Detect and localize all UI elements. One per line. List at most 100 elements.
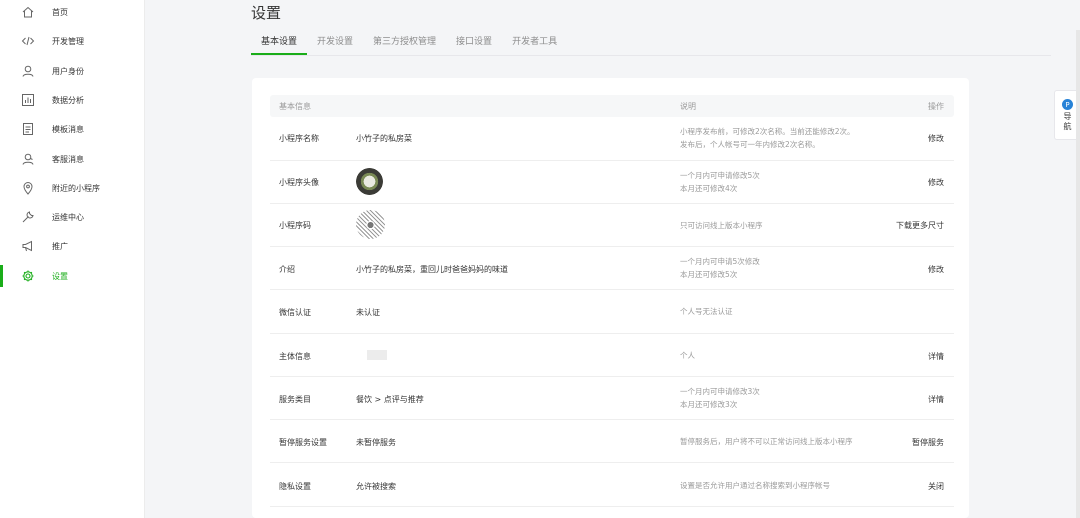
- row-desc-line: 一个月内可申请修改3次: [680, 387, 760, 396]
- table-row: 小程序码 只可访问线上版本小程序 下载更多尺寸: [270, 204, 954, 247]
- code-icon: [21, 34, 35, 48]
- row-name: 介绍: [279, 265, 295, 274]
- row-desc-line: 暂停服务后，用户将不可以正常访问线上版本小程序: [680, 437, 853, 446]
- megaphone-icon: [21, 239, 35, 253]
- tab-basic-settings[interactable]: 基本设置: [251, 34, 308, 55]
- row-name: 微信认证: [279, 308, 311, 317]
- row-value: 未认证: [356, 308, 380, 317]
- location-icon: [21, 181, 35, 195]
- chart-icon: [21, 93, 35, 107]
- row-value: 小竹子的私房菜: [356, 134, 412, 143]
- tabs-divider: [251, 55, 1051, 56]
- row-desc-line: 发布后，个人帐号可一年内修改2次名称。: [680, 140, 820, 149]
- floating-nav-label: 导航: [1063, 112, 1072, 131]
- row-desc-line: 本月还可修改5次: [680, 270, 738, 279]
- table-row: 小程序名称 小竹子的私房菜 小程序发布前，可修改2次名称。当前还能修改2次。 发…: [270, 117, 954, 161]
- table-row: 主体信息 个人 详情: [270, 334, 954, 377]
- tab-interface-settings[interactable]: 接口设置: [446, 34, 502, 55]
- row-desc-line: 一个月内可申请修改5次: [680, 171, 760, 180]
- row-desc-line: 本月还可修改3次: [680, 400, 738, 409]
- row-name: 服务类目: [279, 395, 311, 404]
- sidebar-item-label: 首页: [52, 7, 68, 17]
- subject-details-link[interactable]: 详情: [928, 351, 944, 362]
- sidebar-item-label: 模板消息: [52, 124, 84, 134]
- row-desc: 设置是否允许用户通过名称搜索到小程序帐号: [680, 479, 890, 492]
- row-desc-line: 小程序发布前，可修改2次名称。当前还能修改2次。: [680, 127, 855, 136]
- sidebar-item-label: 客服消息: [52, 154, 84, 164]
- download-sizes-link[interactable]: 下载更多尺寸: [896, 220, 944, 231]
- row-desc: 小程序发布前，可修改2次名称。当前还能修改2次。 发布后，个人帐号可一年内修改2…: [680, 125, 890, 151]
- row-name: 小程序名称: [279, 134, 319, 143]
- scrollbar[interactable]: [1076, 30, 1080, 518]
- sidebar-item-label: 开发管理: [52, 36, 84, 46]
- table-row: 服务类目 餐饮 > 点评与推荐 一个月内可申请修改3次 本月还可修改3次 详情: [270, 377, 954, 420]
- table-row: 微信认证 未认证 个人号无法认证: [270, 290, 954, 334]
- tab-developer-tools[interactable]: 开发者工具: [502, 34, 567, 55]
- row-value: 小竹子的私房菜，重回儿时爸爸妈妈的味道: [356, 265, 508, 274]
- row-value: 未暂停服务: [356, 438, 396, 447]
- row-desc-line: 个人号无法认证: [680, 307, 733, 316]
- sidebar-item-home[interactable]: 首页: [0, 1, 145, 23]
- sidebar-item-label: 运维中心: [52, 212, 84, 222]
- row-desc-line: 一个月内可申请5次修改: [680, 257, 760, 266]
- miniprogram-code-image: [356, 210, 385, 239]
- row-value: 允许被搜索: [356, 482, 396, 491]
- sidebar-item-user-identity[interactable]: 用户身份: [0, 60, 145, 82]
- table-header: 基本信息 说明 操作: [270, 95, 954, 117]
- header-desc: 说明: [680, 102, 696, 111]
- gear-icon: [21, 269, 35, 283]
- pause-service-link[interactable]: 暂停服务: [912, 437, 944, 448]
- sidebar-item-settings[interactable]: 设置: [0, 265, 145, 287]
- row-desc-line: 个人: [680, 351, 695, 360]
- tab-third-party-auth[interactable]: 第三方授权管理: [363, 34, 446, 55]
- row-name: 小程序头像: [279, 178, 319, 187]
- row-desc: 个人号无法认证: [680, 305, 890, 318]
- sidebar-item-template-messages[interactable]: 模板消息: [0, 118, 145, 140]
- row-value: 餐饮 > 点评与推荐: [356, 395, 424, 404]
- edit-avatar-link[interactable]: 修改: [928, 177, 944, 188]
- table-row: 小程序头像 一个月内可申请修改5次 本月还可修改4次 修改: [270, 161, 954, 204]
- row-name: 主体信息: [279, 352, 311, 361]
- row-name: 暂停服务设置: [279, 438, 327, 447]
- table-row: 暂停服务设置 未暂停服务 暂停服务后，用户将不可以正常访问线上版本小程序 暂停服…: [270, 420, 954, 463]
- table-row: 介绍 小竹子的私房菜，重回儿时爸爸妈妈的味道 一个月内可申请5次修改 本月还可修…: [270, 247, 954, 290]
- header-op: 操作: [928, 102, 944, 111]
- row-desc-line: 本月还可修改4次: [680, 184, 738, 193]
- category-details-link[interactable]: 详情: [928, 394, 944, 405]
- row-desc-line: 只可访问线上版本小程序: [680, 221, 763, 230]
- row-desc: 一个月内可申请5次修改 本月还可修改5次: [680, 255, 890, 281]
- privacy-close-link[interactable]: 关闭: [928, 481, 944, 492]
- table-row: 隐私设置 允许被搜索 设置是否允许用户通过名称搜索到小程序帐号 关闭: [270, 463, 954, 507]
- edit-intro-link[interactable]: 修改: [928, 264, 944, 275]
- sidebar-item-label: 设置: [52, 271, 68, 281]
- sidebar-item-label: 数据分析: [52, 95, 84, 105]
- row-desc: 一个月内可申请修改5次 本月还可修改4次: [680, 169, 890, 195]
- sidebar-item-data-analysis[interactable]: 数据分析: [0, 89, 145, 111]
- row-desc: 一个月内可申请修改3次 本月还可修改3次: [680, 385, 890, 411]
- sidebar-item-label: 附近的小程序: [52, 183, 100, 193]
- header-name: 基本信息: [279, 102, 311, 111]
- settings-tabs: 基本设置 开发设置 第三方授权管理 接口设置 开发者工具: [251, 34, 567, 56]
- user-icon: [21, 64, 35, 78]
- sidebar-item-dev-management[interactable]: 开发管理: [0, 30, 145, 52]
- row-name: 隐私设置: [279, 482, 311, 491]
- redacted-subject-info: [367, 350, 387, 360]
- document-icon: [21, 122, 35, 136]
- row-desc: 个人: [680, 349, 890, 362]
- edit-name-link[interactable]: 修改: [928, 133, 944, 144]
- customer-service-icon: [21, 152, 35, 166]
- sidebar-item-promotion[interactable]: 推广: [0, 235, 145, 257]
- sidebar-item-label: 推广: [52, 241, 68, 251]
- row-desc-line: 设置是否允许用户通过名称搜索到小程序帐号: [680, 481, 830, 490]
- row-desc: 只可访问线上版本小程序: [680, 219, 890, 232]
- sidebar-item-customer-service[interactable]: 客服消息: [0, 148, 145, 170]
- sidebar-item-ops-center[interactable]: 运维中心: [0, 206, 145, 228]
- nav-badge-icon: P: [1062, 99, 1073, 110]
- basic-info-card: 基本信息 说明 操作 小程序名称 小竹子的私房菜 小程序发布前，可修改2次名称。…: [252, 78, 969, 518]
- sidebar-item-nearby-miniprogram[interactable]: 附近的小程序: [0, 177, 145, 199]
- row-desc: 暂停服务后，用户将不可以正常访问线上版本小程序: [680, 435, 890, 448]
- home-icon: [21, 5, 35, 19]
- wrench-icon: [21, 210, 35, 224]
- tab-dev-settings[interactable]: 开发设置: [307, 34, 363, 55]
- sidebar-item-label: 用户身份: [52, 66, 84, 76]
